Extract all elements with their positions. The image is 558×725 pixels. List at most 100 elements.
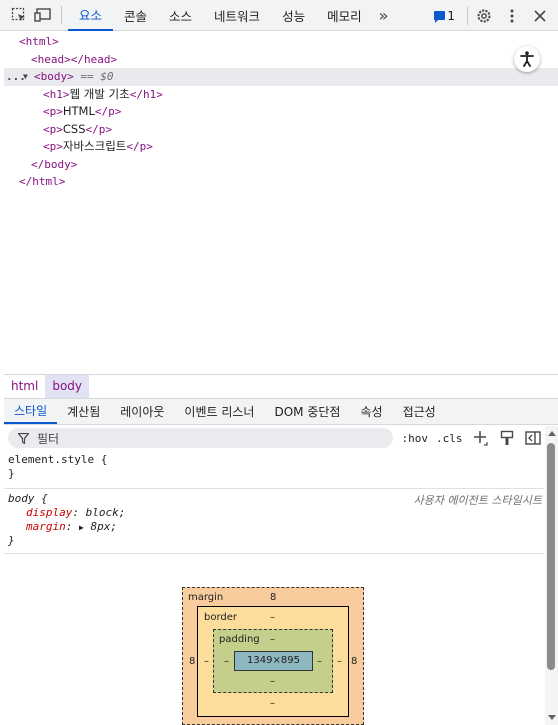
devtools-toolbar: 요소 콘솔 소스 네트워크 성능 메모리 » 1: [0, 0, 558, 31]
new-style-rule-icon[interactable]: [470, 427, 492, 449]
declaration-display: display: block;: [26, 506, 126, 519]
property-value: 8px;: [90, 520, 117, 533]
dom-node-html-close[interactable]: </html>: [4, 173, 558, 191]
margin-right-value[interactable]: 8: [351, 656, 357, 667]
dom-node-body[interactable]: ... ▼ <body> == $0: [4, 68, 558, 86]
tag-body-close: </body>: [31, 157, 78, 171]
tab-properties[interactable]: 속성: [350, 399, 392, 424]
padding-bottom-value[interactable]: –: [270, 676, 275, 687]
property-value: block;: [85, 506, 126, 519]
tab-styles[interactable]: 스타일: [4, 399, 58, 424]
styles-scrollbar-thumb[interactable]: [547, 443, 555, 670]
rule-close-brace: }: [8, 467, 15, 480]
accessibility-tree-toggle[interactable]: [514, 46, 540, 72]
tab-computed[interactable]: 계산됨: [57, 399, 110, 424]
tab-event-listeners[interactable]: 이벤트 리스너: [174, 399, 264, 424]
tab-console[interactable]: 콘솔: [113, 0, 158, 31]
border-left-value[interactable]: –: [204, 656, 209, 667]
scroll-down-arrow-icon[interactable]: [548, 715, 556, 720]
tag-p-open: <p>: [43, 122, 63, 136]
dom-node-html[interactable]: <html>: [4, 33, 558, 51]
more-tabs-button[interactable]: »: [373, 0, 395, 31]
dom-node-head[interactable]: <head></head>: [4, 51, 558, 69]
dom-node-h1[interactable]: <h1>웹 개발 기초</h1>: [4, 86, 558, 104]
tab-dom-breakpoints[interactable]: DOM 중단점: [264, 399, 350, 424]
tag-p-close: </p>: [126, 140, 153, 153]
tab-layout[interactable]: 레이아웃: [110, 399, 174, 424]
close-icon[interactable]: [528, 4, 552, 28]
border-right-value[interactable]: –: [337, 656, 342, 667]
tab-elements[interactable]: 요소: [68, 0, 114, 31]
breadcrumb-html[interactable]: html: [4, 375, 45, 398]
tab-network[interactable]: 네트워크: [203, 0, 271, 31]
rule-selector: element.style {: [8, 453, 108, 466]
hov-toggle-button[interactable]: :hov: [401, 432, 428, 445]
margin-left-value[interactable]: 8: [189, 656, 195, 667]
filter-input[interactable]: 필터: [8, 428, 394, 448]
collapse-triangle-icon[interactable]: ▼: [23, 68, 28, 86]
tab-memory[interactable]: 메모리: [316, 0, 373, 31]
box-model-content[interactable]: 1349×895: [234, 651, 313, 671]
margin-top-value[interactable]: 8: [270, 592, 276, 603]
padding-right-value[interactable]: –: [317, 656, 322, 667]
tab-performance[interactable]: 성능: [271, 0, 316, 31]
breadcrumb-body[interactable]: body: [45, 374, 90, 398]
tag-p-close: </p>: [85, 122, 113, 136]
body-user-agent-rule[interactable]: body { 사용자 에이전트 스타일시트 display: block; ma…: [4, 489, 544, 554]
styles-filter-bar: 필터 :hov .cls: [4, 426, 544, 450]
toolbar-right: 1: [434, 0, 558, 31]
scroll-up-arrow-icon[interactable]: [548, 431, 556, 436]
device-toolbar-icon[interactable]: [31, 3, 55, 27]
element-style-rule[interactable]: element.style { }: [4, 451, 544, 489]
filter-placeholder: 필터: [37, 431, 60, 446]
issues-icon: [434, 11, 446, 23]
tag-html-close: </html>: [19, 175, 66, 188]
tab-accessibility[interactable]: 접근성: [393, 399, 446, 424]
selected-node-marker: == $0: [73, 70, 114, 83]
padding-left-value[interactable]: –: [224, 656, 229, 667]
dom-tree: <html> <head></head> ... ▼ <body> == $0 …: [4, 32, 558, 374]
dom-node-p-js[interactable]: <p>자바스크립트</p>: [4, 138, 558, 156]
padding-label: padding: [219, 634, 260, 645]
more-options-icon[interactable]: [500, 4, 524, 28]
tag-body-open: <body>: [34, 70, 74, 83]
h1-text: 웹 개발 기초: [69, 86, 130, 101]
styles-pane: element.style { } body { 사용자 에이전트 스타일시트 …: [4, 451, 544, 554]
issues-counter[interactable]: 1: [434, 9, 455, 23]
tab-sources[interactable]: 소스: [158, 0, 203, 31]
p-text: HTML: [62, 104, 95, 118]
paint-brush-icon[interactable]: [496, 427, 518, 449]
user-agent-stylesheet-label: 사용자 에이전트 스타일시트: [413, 494, 542, 507]
border-top-value[interactable]: –: [270, 612, 275, 623]
property-name: margin: [26, 520, 66, 533]
toolbar-divider: [61, 6, 62, 24]
p-text: CSS: [62, 121, 86, 136]
dom-node-body-close[interactable]: </body>: [4, 156, 558, 174]
dom-node-p-html[interactable]: <p>HTML</p>: [4, 103, 558, 121]
tag-p-open: <p>: [43, 105, 63, 118]
padding-top-value[interactable]: –: [270, 634, 275, 645]
margin-label: margin: [188, 592, 224, 603]
tag-head: <head></head>: [31, 52, 118, 66]
p-text: 자바스크립트: [62, 139, 127, 153]
breadcrumb: html body: [4, 374, 558, 398]
issues-count: 1: [447, 8, 455, 23]
tag-h1-open: <h1>: [43, 87, 70, 101]
dom-node-p-css[interactable]: <p>CSS</p>: [4, 121, 558, 139]
rule-close-brace: }: [8, 534, 15, 547]
border-label: border: [204, 612, 238, 623]
declaration-margin: margin: ▶ 8px;: [26, 520, 117, 533]
tag-h1-close: </h1>: [129, 87, 163, 101]
toolbar-divider: [467, 6, 468, 25]
property-name: display: [26, 506, 73, 519]
accessibility-person-icon: [520, 51, 534, 67]
settings-gear-icon[interactable]: [472, 4, 496, 28]
tag-html-open: <html>: [19, 35, 59, 48]
cls-toggle-button[interactable]: .cls: [436, 432, 463, 445]
border-bottom-value[interactable]: –: [270, 698, 275, 709]
filter-funnel-icon: [18, 432, 29, 444]
toggle-sidebar-icon[interactable]: [522, 427, 544, 449]
inspect-element-icon[interactable]: [7, 3, 31, 27]
tag-p-open: <p>: [43, 140, 63, 153]
tag-p-close: </p>: [94, 105, 122, 118]
